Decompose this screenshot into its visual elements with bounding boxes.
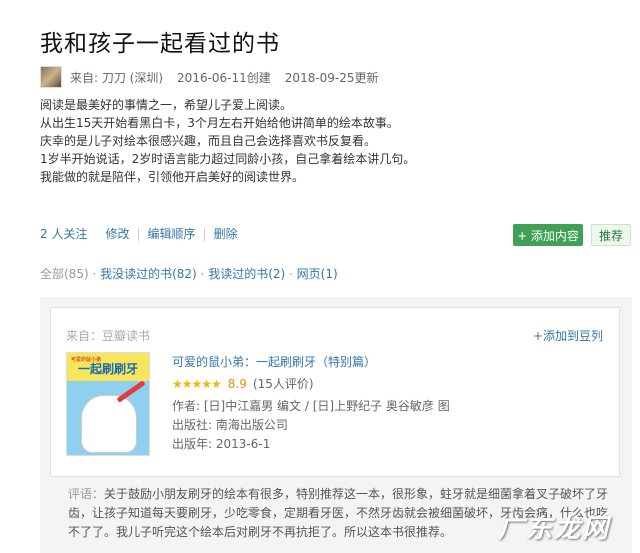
book-info: 作者: [日]中江嘉男 编文 / [日]上野纪子 奥谷敏彦 图 出版社: 南海出…	[172, 397, 450, 454]
filter-read[interactable]: 我读过的书(2)	[208, 267, 285, 281]
filter-all[interactable]: 全部(85)	[40, 267, 89, 281]
add-to-doulist-link[interactable]: +添加到豆列	[533, 327, 603, 344]
filter-web[interactable]: 网页(1)	[297, 267, 338, 281]
doulist-meta: 来自: 刀刀 (深圳) 2016-06-11创建 2018-09-25更新	[40, 66, 393, 88]
book-rating: ★★★★★ 8.9 (15人评价)	[172, 375, 314, 392]
book-title-link[interactable]: 可爱的鼠小弟：一起刷刷牙（特别篇）	[172, 353, 376, 370]
reorder-link[interactable]: 编辑顺序	[148, 225, 196, 242]
book-publisher: 出版社: 南海出版公司	[172, 418, 288, 432]
author-info[interactable]: 来自: 刀刀 (深圳)	[70, 69, 163, 86]
rating-stars-icon: ★★★★★	[172, 376, 222, 391]
item-subject-box: 来自：豆瓣读书 +添加到豆列 可爱的鼠小弟 一起刷刷牙 可爱的鼠小弟：一起刷刷牙…	[50, 307, 620, 477]
rating-score: 8.9	[227, 376, 247, 391]
add-content-button[interactable]: + 添加内容	[513, 224, 583, 246]
divider: |	[202, 226, 207, 241]
rating-count: (15人评价)	[252, 377, 314, 391]
book-pub-year: 出版年: 2013-6-1	[172, 437, 271, 451]
tooth-illustration	[81, 395, 137, 453]
book-authors: [日]中江嘉男 编文 / [日]上野纪子 奥谷敏彦 图	[203, 399, 450, 413]
intro-line: 我能做的就是陪伴，引领他开启美好的阅读世界。	[40, 170, 305, 184]
watermark-logo: 广东龙网	[498, 514, 611, 544]
author-label: 作者:	[172, 399, 201, 413]
delete-link[interactable]: 删除	[214, 225, 238, 242]
book-cover[interactable]: 可爱的鼠小弟 一起刷刷牙	[66, 352, 150, 456]
page-title: 我和孩子一起看过的书	[40, 31, 280, 57]
edit-link[interactable]: 修改	[105, 225, 129, 242]
cover-title-text: 一起刷刷牙	[77, 362, 138, 376]
created-date: 2016-06-11创建	[177, 70, 271, 85]
filter-unread[interactable]: 我没读过的书(82)	[100, 267, 197, 281]
avatar[interactable]	[40, 66, 62, 88]
intro-line: 从出生15天开始看黑白卡，3个月左右开始给他讲简单的绘本故事。	[40, 116, 399, 130]
intro-line: 阅读是最美好的事情之一，希望儿子爱上阅读。	[40, 98, 293, 112]
divider: |	[136, 226, 141, 241]
cover-illustration	[67, 380, 149, 455]
cover-banner: 可爱的鼠小弟 一起刷刷牙	[67, 353, 149, 381]
follow-count-link[interactable]: 2 人关注	[40, 225, 87, 242]
recommend-button[interactable]: 推荐	[591, 224, 631, 246]
doulist-intro: 阅读是最美好的事情之一，希望儿子爱上阅读。 从出生15天开始看黑白卡，3个月左右…	[40, 96, 415, 186]
filter-tabs: 全部(85) · 我没读过的书(82) · 我读过的书(2) · 网页(1)	[40, 267, 338, 281]
updated-date: 2018-09-25更新	[284, 70, 379, 85]
book-authors-row: 作者: [日]中江嘉男 编文 / [日]上野纪子 奥谷敏彦 图	[172, 397, 450, 416]
doulist-actions: 2 人关注 修改 | 编辑顺序 | 删除	[40, 225, 238, 242]
item-source: 来自：豆瓣读书	[66, 329, 151, 343]
intro-line: 庆幸的是儿子对绘本很感兴趣，而且自己会选择喜欢书反复看。	[40, 134, 377, 148]
toothbrush-illustration	[116, 380, 146, 403]
comment-label: 评语：	[68, 487, 105, 501]
intro-line: 1岁半开始说话，2岁时语言能力超过同龄小孩，自己拿着绘本讲几句。	[40, 152, 416, 166]
